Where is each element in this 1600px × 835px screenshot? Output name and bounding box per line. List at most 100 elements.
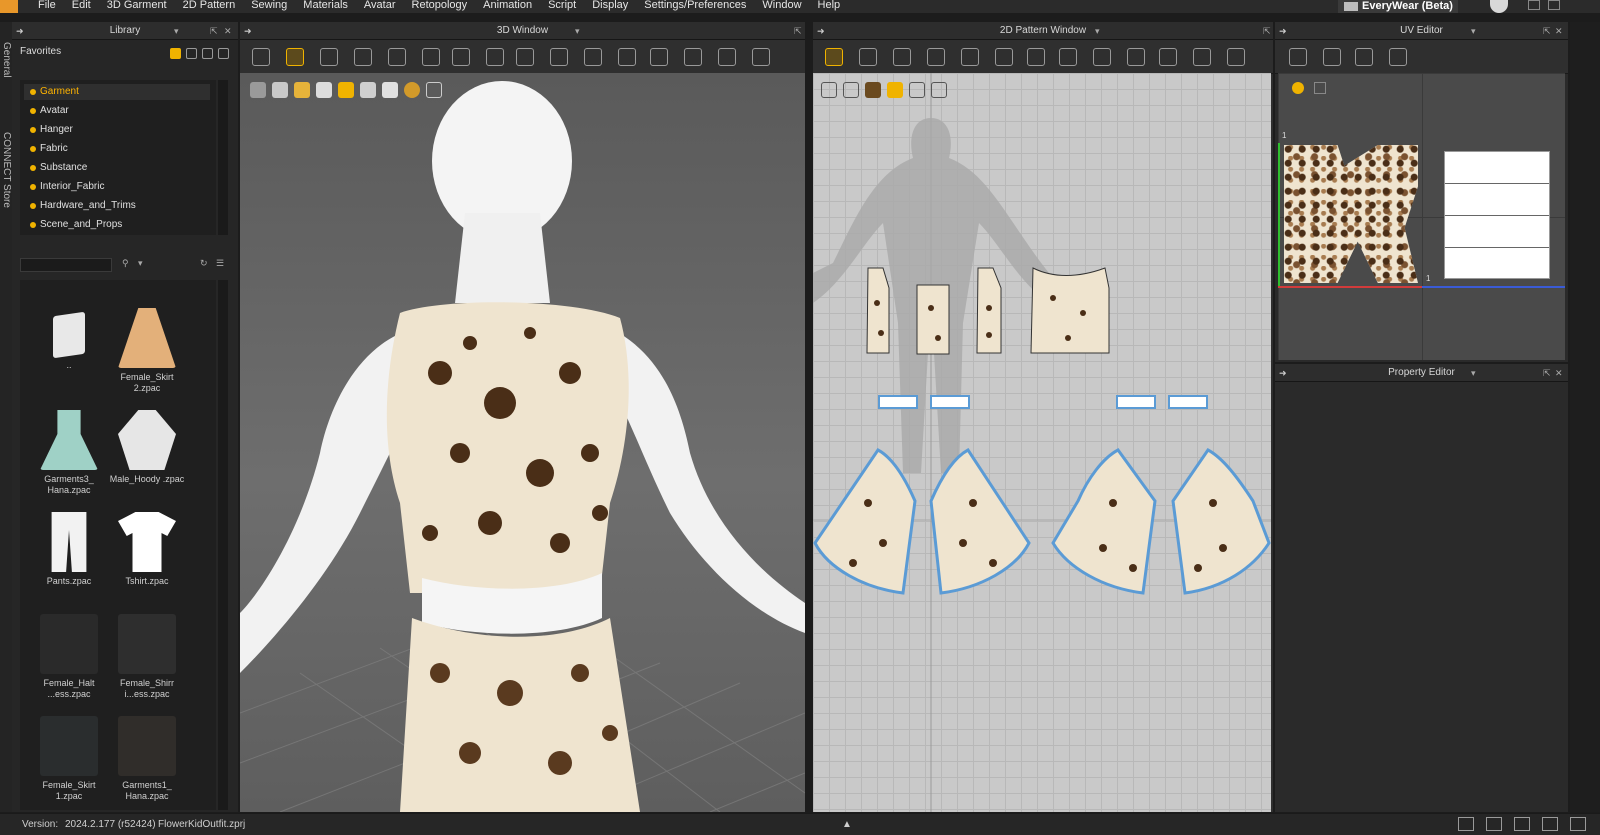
edit-point-icon[interactable] <box>859 48 877 66</box>
pin-tool-icon[interactable] <box>486 48 504 66</box>
pin-icon[interactable]: ➜ <box>16 22 24 40</box>
pin-icon[interactable]: ➜ <box>1279 364 1287 382</box>
lighting-icon[interactable] <box>360 82 376 98</box>
uv-fit-icon[interactable] <box>1389 48 1407 66</box>
menu-display[interactable]: Display <box>592 0 628 11</box>
segment-sewing-icon[interactable] <box>1027 48 1045 66</box>
edit-pattern-icon[interactable] <box>320 48 338 66</box>
thumb-item[interactable]: Female_Skirt 1.zpac <box>30 716 108 802</box>
fabric-view-icon[interactable] <box>843 82 859 98</box>
menu-settings[interactable]: Settings/Preferences <box>644 0 746 11</box>
stitch-icon[interactable] <box>618 48 636 66</box>
segment-icon[interactable] <box>388 48 406 66</box>
menu-avatar[interactable]: Avatar <box>364 0 396 11</box>
favorite-item-garment[interactable]: Garment <box>24 84 210 100</box>
uv-pattern-islands[interactable] <box>1284 145 1418 283</box>
thumb-item[interactable]: .. <box>30 308 108 371</box>
menu-materials[interactable]: Materials <box>303 0 348 11</box>
garment-fit-icon[interactable] <box>422 48 440 66</box>
thumb-item[interactable]: Male_Hoody .zpac <box>108 410 186 485</box>
thumb-item[interactable]: Garments3_ Hana.zpac <box>30 410 108 496</box>
pattern-waistband-4[interactable] <box>1168 395 1208 409</box>
3d-viewport[interactable] <box>240 73 805 812</box>
thumb-item[interactable]: Female_Skirt 2.zpac <box>108 308 186 394</box>
internal-line-icon[interactable] <box>961 48 979 66</box>
thumb-item[interactable]: Female_Shirr i...ess.zpac <box>108 614 186 700</box>
chevron-down-icon[interactable]: ▾ <box>138 258 143 269</box>
fold-icon[interactable] <box>354 48 372 66</box>
uv-transform-icon[interactable] <box>1323 48 1341 66</box>
refresh-icon[interactable]: ↻ <box>200 258 208 269</box>
add-icon[interactable] <box>202 48 213 59</box>
transform-pattern-icon[interactable] <box>825 48 843 66</box>
uv-light-icon[interactable] <box>1292 82 1304 94</box>
pattern-waistband-3[interactable] <box>1116 395 1156 409</box>
library-search-input[interactable] <box>20 258 112 272</box>
menu-script[interactable]: Script <box>548 0 576 11</box>
menu-help[interactable]: Help <box>818 0 841 11</box>
menu-2d-pattern[interactable]: 2D Pattern <box>183 0 236 11</box>
menu-retopology[interactable]: Retopology <box>412 0 468 11</box>
polygon-icon[interactable] <box>893 48 911 66</box>
texture-toggle-icon[interactable] <box>865 82 881 98</box>
topstitch-icon[interactable] <box>718 48 736 66</box>
dropdown-icon[interactable]: ▾ <box>1095 22 1100 40</box>
pattern-bodice-left-front[interactable] <box>916 284 950 355</box>
fill-toggle-icon[interactable] <box>887 82 903 98</box>
menu-3d-garment[interactable]: 3D Garment <box>107 0 167 11</box>
expand-up-icon[interactable]: ▲ <box>842 819 852 830</box>
layout-custom-icon[interactable] <box>1570 817 1586 831</box>
2d-pattern-viewport[interactable] <box>813 73 1271 812</box>
trace-icon[interactable] <box>1093 48 1111 66</box>
export-icon[interactable] <box>931 82 947 98</box>
uv-select-icon[interactable] <box>1289 48 1307 66</box>
menu-edit[interactable]: Edit <box>72 0 91 11</box>
seam-allowance-icon[interactable] <box>995 48 1013 66</box>
strain-map-icon[interactable] <box>404 82 420 98</box>
pattern-waistband-2[interactable] <box>930 395 970 409</box>
rectangle-icon[interactable] <box>927 48 945 66</box>
pattern-skirt-1[interactable] <box>813 448 917 595</box>
dropdown-icon[interactable]: ▾ <box>1471 364 1476 382</box>
grid-toggle-icon[interactable] <box>821 82 837 98</box>
menu-sewing[interactable]: Sewing <box>251 0 287 11</box>
minimize-icon[interactable] <box>1528 0 1540 10</box>
button-tool-icon[interactable] <box>650 48 668 66</box>
close-icon[interactable]: ✕ <box>224 22 232 40</box>
grid-icon[interactable] <box>550 48 568 66</box>
tab-connect-store[interactable]: CONNECT Store <box>0 132 12 208</box>
garment-display-icon[interactable] <box>272 82 288 98</box>
dropdown-icon[interactable]: ▾ <box>575 22 580 40</box>
tack-icon[interactable] <box>452 48 470 66</box>
menu-file[interactable]: File <box>38 0 56 11</box>
grading-icon[interactable] <box>1227 48 1245 66</box>
favorite-item-avatar[interactable]: Avatar <box>24 103 210 119</box>
float-icon[interactable]: ⇱ <box>210 22 218 40</box>
fabric-render-icon[interactable] <box>338 82 354 98</box>
restore-icon[interactable] <box>1548 0 1560 10</box>
select-move-icon[interactable] <box>252 48 270 66</box>
float-icon[interactable]: ⇱ <box>1263 22 1271 40</box>
refresh-icon[interactable] <box>218 48 229 59</box>
piping-icon[interactable] <box>752 48 770 66</box>
thumb-item[interactable]: Tshirt.zpac <box>108 512 186 587</box>
close-icon[interactable]: ✕ <box>1555 22 1563 40</box>
seam-icon[interactable] <box>584 48 602 66</box>
export-icon[interactable] <box>426 82 442 98</box>
pin-icon[interactable]: ➜ <box>817 22 825 40</box>
pin-icon[interactable]: ➜ <box>244 22 252 40</box>
seam-toggle-icon[interactable] <box>909 82 925 98</box>
zipper-icon[interactable] <box>684 48 702 66</box>
menu-animation[interactable]: Animation <box>483 0 532 11</box>
product-selector[interactable]: EveryWear (Beta) <box>1338 0 1458 13</box>
pleat-icon[interactable] <box>1127 48 1145 66</box>
uv-arrange-icon[interactable] <box>1355 48 1373 66</box>
pattern-bodice-left-back[interactable] <box>866 267 890 354</box>
thumb-item[interactable]: Female_Halt ...ess.zpac <box>30 614 108 700</box>
user-avatar[interactable] <box>1490 0 1508 13</box>
favorite-item-hardware-trims[interactable]: Hardware_and_Trims <box>24 198 210 214</box>
favorite-item-interior-fabric[interactable]: Interior_Fabric <box>24 179 210 195</box>
measure-icon[interactable] <box>516 48 534 66</box>
favorite-item-substance[interactable]: Substance <box>24 160 210 176</box>
avatar-view-icon[interactable] <box>316 82 332 98</box>
